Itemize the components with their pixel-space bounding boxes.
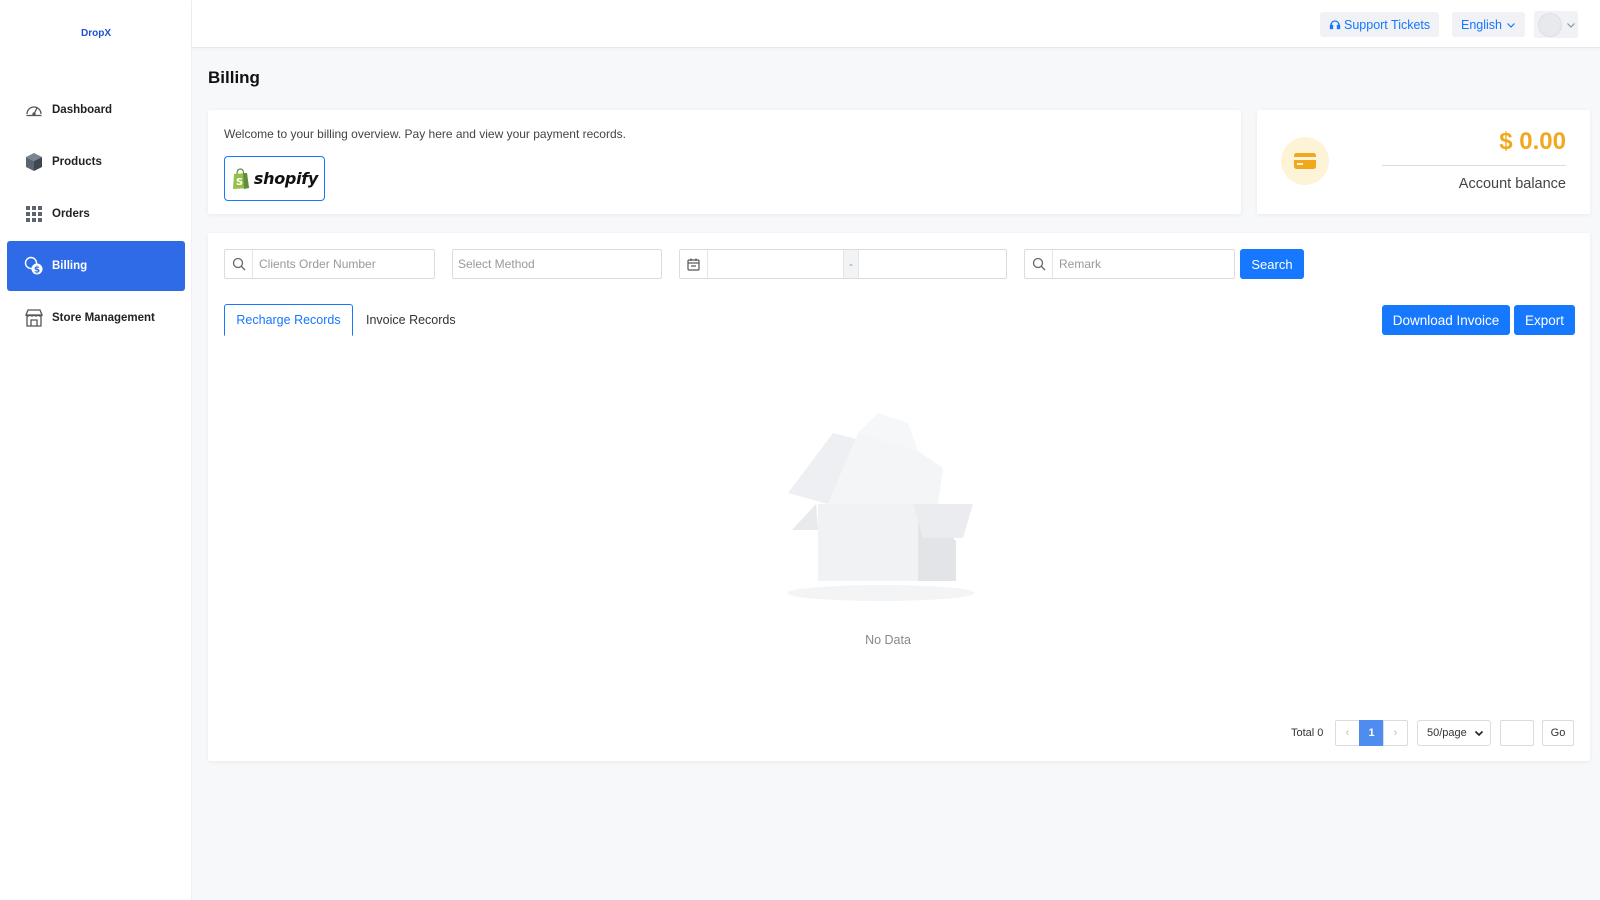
download-invoice-button[interactable]: Download Invoice: [1382, 305, 1510, 335]
sidebar-item-label: Billing: [52, 260, 88, 272]
end-date-field[interactable]: [859, 250, 1006, 278]
pagination-next-button[interactable]: ›: [1383, 720, 1408, 746]
date-separator: -: [843, 250, 859, 278]
headset-icon: [1329, 19, 1341, 31]
sidebar-item-label: Products: [52, 156, 102, 168]
chevron-down-icon: [1474, 728, 1484, 738]
chevron-down-icon: [1506, 20, 1516, 30]
account-balance-card: $ 0.00 Account balance: [1257, 110, 1590, 214]
tab-invoice-records[interactable]: Invoice Records: [366, 304, 456, 336]
order-number-input[interactable]: Clients Order Number: [224, 249, 435, 279]
page-size-value: 50/page: [1427, 727, 1467, 739]
sidebar-item-label: Store Management: [52, 312, 155, 324]
language-label: English: [1461, 17, 1502, 32]
sidebar-item-orders[interactable]: Orders: [7, 189, 185, 239]
user-menu[interactable]: [1534, 11, 1578, 38]
sidebar-item-store-management[interactable]: Store Management: [7, 293, 185, 343]
page-size-select[interactable]: 50/page: [1417, 720, 1491, 746]
calendar-icon: [680, 250, 708, 278]
sidebar-item-label: Dashboard: [52, 104, 113, 116]
start-date-field[interactable]: [708, 250, 843, 278]
language-dropdown[interactable]: English: [1452, 12, 1525, 37]
svg-text:$: $: [34, 266, 40, 276]
sidebar-nav: Dashboard Products Orders $ Billing Stor…: [7, 85, 185, 345]
chevron-down-icon: [1566, 20, 1576, 30]
search-icon: [225, 250, 253, 278]
export-button[interactable]: Export: [1514, 305, 1575, 335]
records-card: Clients Order Number Select Method - Rem…: [208, 233, 1590, 761]
svg-text:S: S: [236, 177, 243, 188]
shopify-label: shopify: [253, 169, 319, 188]
remark-placeholder: Remark: [1059, 257, 1102, 271]
sidebar-item-label: Orders: [52, 208, 90, 220]
welcome-card: Welcome to your billing overview. Pay he…: [208, 110, 1241, 214]
avatar: [1538, 12, 1562, 37]
top-header: Support Tickets English: [192, 0, 1600, 48]
app-logo[interactable]: DropX: [0, 28, 192, 39]
shopify-pay-button[interactable]: S shopify: [224, 156, 325, 201]
support-tickets-label: Support Tickets: [1344, 17, 1431, 32]
sidebar-item-dashboard[interactable]: Dashboard: [7, 85, 185, 135]
search-icon: [1025, 250, 1053, 278]
method-select[interactable]: Select Method: [452, 249, 662, 279]
no-data-text: No Data: [865, 633, 911, 647]
credit-card-icon: [1281, 137, 1329, 185]
dashboard-gauge-icon: [24, 100, 44, 120]
remark-input[interactable]: Remark: [1024, 249, 1235, 279]
pagination-page-1[interactable]: 1: [1359, 720, 1384, 746]
support-tickets-button[interactable]: Support Tickets: [1320, 12, 1440, 37]
pagination-prev-button[interactable]: ‹: [1335, 720, 1360, 746]
balance-label: Account balance: [1458, 176, 1566, 192]
welcome-text: Welcome to your billing overview. Pay he…: [224, 127, 626, 141]
order-number-placeholder: Clients Order Number: [259, 257, 376, 271]
grid-icon: [24, 204, 44, 224]
divider: [1382, 165, 1566, 166]
date-range-picker[interactable]: -: [679, 249, 1007, 279]
coins-dollar-icon: $: [24, 256, 44, 276]
pagination-total: Total 0: [1291, 727, 1324, 739]
sidebar: DropX Dashboard Products Orders $ Billin…: [0, 0, 192, 900]
sidebar-item-billing[interactable]: $ Billing: [7, 241, 185, 291]
balance-amount: $ 0.00: [1499, 128, 1566, 155]
method-placeholder: Select Method: [458, 257, 535, 271]
shopify-bag-icon: S: [231, 167, 251, 190]
tab-recharge-records[interactable]: Recharge Records: [224, 304, 353, 336]
storefront-icon: [24, 308, 44, 328]
page-jump-input[interactable]: [1500, 720, 1534, 746]
page-title: Billing: [208, 68, 260, 87]
search-button[interactable]: Search: [1240, 249, 1304, 279]
empty-box-illustration: [787, 413, 988, 613]
go-button[interactable]: Go: [1542, 720, 1574, 746]
sidebar-item-products[interactable]: Products: [7, 137, 185, 187]
box-icon: [24, 152, 44, 172]
